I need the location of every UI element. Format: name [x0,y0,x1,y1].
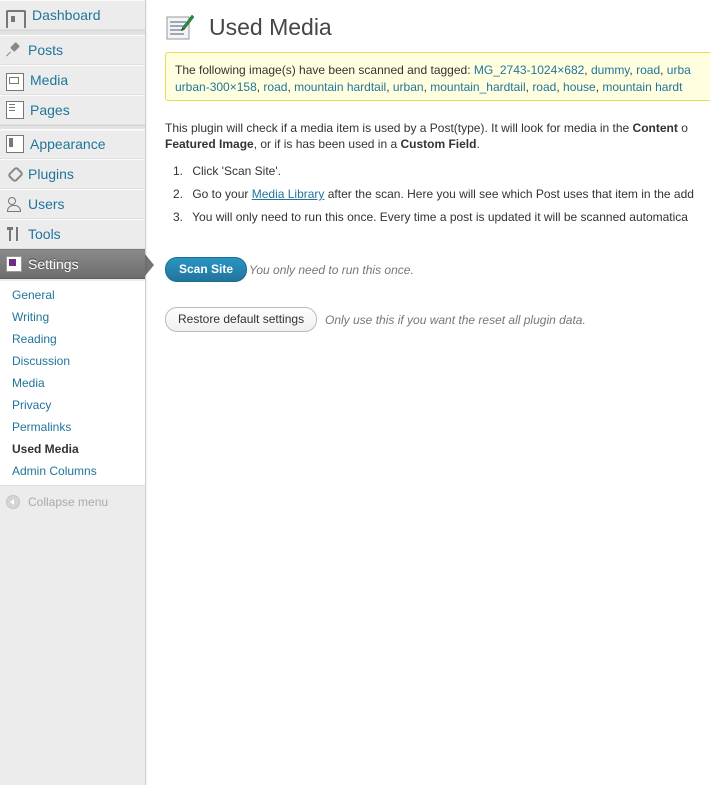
desc-text: o [677,121,688,135]
settings-submenu: General Writing Reading Discussion Media… [0,281,145,486]
step-3: 3. You will only need to run this once. … [173,210,688,224]
submenu-item-reading[interactable]: Reading [12,332,57,346]
tag-link[interactable]: dummy [591,63,629,77]
menu-label: Appearance [30,136,106,152]
submenu-item-general[interactable]: General [12,288,55,302]
tag-link[interactable]: urba [667,63,691,77]
notice-line-2: urban-300×158, road, mountain hardtail, … [175,80,683,94]
media-icon [6,73,24,91]
menu-label: Posts [28,42,64,58]
admin-sidebar: Dashboard Posts Media Pages Appearance P… [0,0,154,785]
pushpin-icon [6,42,22,58]
menu-label: Settings [28,256,79,272]
scan-note: You only need to run this once. [249,263,414,277]
tag-link[interactable]: road [263,80,287,94]
media-library-link[interactable]: Media Library [252,187,325,201]
submenu-item-admin-columns[interactable]: Admin Columns [12,464,97,478]
scan-notice: The following image(s) have been scanned… [165,52,710,101]
desc-bold-custom-field: Custom Field [400,137,477,151]
menu-item-settings[interactable]: Settings [0,249,154,279]
appearance-icon [6,135,24,153]
submenu-item-discussion[interactable]: Discussion [12,354,70,368]
menu-item-plugins[interactable]: Plugins [0,159,145,189]
submenu-item-media[interactable]: Media [12,376,45,390]
tag-link[interactable]: MG_2743-1024×682 [474,63,584,77]
submenu-item-writing[interactable]: Writing [12,310,49,324]
submenu-item-used-media[interactable]: Used Media [12,442,79,456]
step-text: Click 'Scan Site'. [192,164,281,178]
step-text: after the scan. Here you will see which … [324,187,694,201]
menu-item-appearance[interactable]: Appearance [0,129,145,159]
menu-label: Plugins [28,166,74,182]
menu-item-tools[interactable]: Tools [0,219,145,249]
menu-item-dashboard[interactable]: Dashboard [0,0,145,30]
menu-item-pages[interactable]: Pages [0,95,145,125]
step-1: 1. Click 'Scan Site'. [173,164,281,178]
menu-item-users[interactable]: Users [0,189,145,219]
main-content: Used Media The following image(s) have b… [165,0,710,785]
collapse-menu-button[interactable]: Collapse menu [6,495,108,509]
desc-text: . [476,137,480,151]
menu-item-posts[interactable]: Posts [0,35,145,65]
collapse-menu-label: Collapse menu [28,495,109,509]
page-title: Used Media [209,14,332,40]
menu-label: Media [30,72,69,88]
tag-link[interactable]: urban [393,80,424,94]
desc-bold-content: Content [632,121,678,135]
tag-link[interactable]: road [532,80,556,94]
desc-text: This plugin will check if a media item i… [165,121,633,135]
tag-link[interactable]: mountain hardtail [294,80,386,94]
scan-site-button[interactable]: Scan Site [165,257,248,282]
notice-line-1: The following image(s) have been scanned… [175,63,691,77]
step-text: You will only need to run this once. Eve… [192,210,688,224]
tag-link[interactable]: road [636,63,660,77]
menu-label: Pages [30,102,70,118]
submenu-item-privacy[interactable]: Privacy [12,398,51,412]
tag-link[interactable]: mountain hardt [602,80,682,94]
media-plugin-icon [165,12,195,42]
tag-link[interactable]: house [563,80,596,94]
step-2: 2. Go to your Media Library after the sc… [173,187,694,201]
tag-link[interactable]: mountain_hardtail [430,80,525,94]
step-number: 3. [173,210,184,224]
notice-prefix: The following image(s) have been scanned… [175,63,474,77]
pages-icon [6,101,24,119]
restore-note: Only use this if you want the reset all … [325,313,586,327]
menu-item-media[interactable]: Media [0,65,145,95]
collapse-arrow-icon [6,495,20,509]
settings-icon [6,256,22,272]
plugin-description: This plugin will check if a media item i… [165,120,710,152]
menu-label: Tools [28,226,61,242]
dashboard-icon [6,10,26,28]
step-text: Go to your [192,187,252,201]
step-number: 2. [173,187,184,201]
menu-label: Dashboard [32,7,101,23]
menu-label: Users [28,196,65,212]
desc-bold-featured-image: Featured Image [165,137,254,151]
tools-icon [6,226,22,242]
users-icon [6,196,22,212]
desc-text: , or if is has been used in a [253,137,401,151]
tag-link[interactable]: urban-300×158 [175,80,257,94]
step-number: 1. [173,164,184,178]
restore-default-settings-button[interactable]: Restore default settings [165,307,318,332]
submenu-item-permalinks[interactable]: Permalinks [12,420,71,434]
plugin-icon [6,166,22,182]
